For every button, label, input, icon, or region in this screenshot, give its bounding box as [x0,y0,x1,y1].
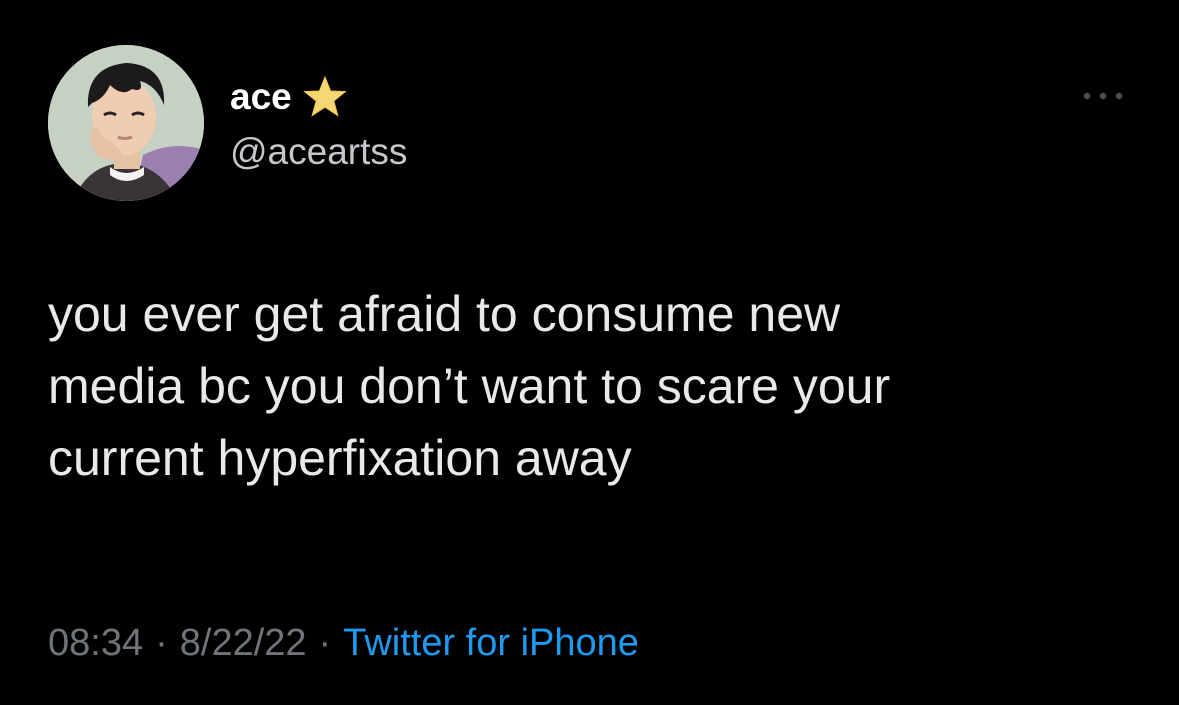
author-name-row[interactable]: ace [230,74,348,120]
tweet-source-link[interactable]: Twitter for iPhone [343,622,639,664]
avatar-illustration [48,45,204,201]
tweet-meta: 08:34 · 8/22/22 · Twitter for iPhone [48,618,639,668]
author-display-name: ace [230,76,292,117]
meta-separator: · [318,622,332,664]
more-icon[interactable] [1078,86,1128,106]
tweet-card: ace @aceartss you ever get afraid to con… [0,0,1179,705]
avatar[interactable] [48,45,204,201]
tweet-date: 8/22/22 [179,622,307,664]
star-icon [302,74,348,120]
tweet-time: 08:34 [48,622,144,664]
meta-separator: · [155,622,168,664]
author-handle[interactable]: @aceartss [230,130,407,174]
tweet-text: you ever get afraid to consume new media… [48,286,891,486]
